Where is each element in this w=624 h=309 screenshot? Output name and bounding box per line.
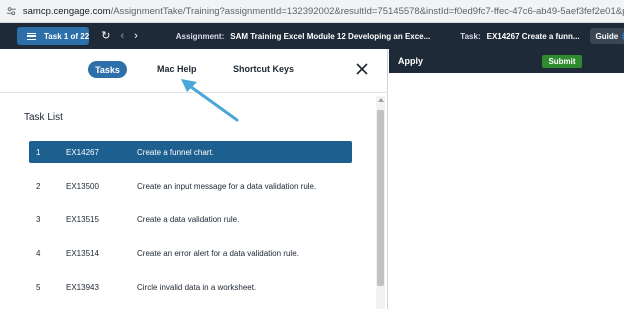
task-code: EX13514 <box>66 248 99 258</box>
task-list-title: Task List <box>24 112 63 123</box>
task-navigation: ↻ ‹ › <box>101 30 138 42</box>
task-description: Create an input message for a data valid… <box>137 181 317 191</box>
current-task-name: EX14267 Create a funn... <box>486 31 580 41</box>
task-number: 5 <box>36 282 41 292</box>
annotation-arrow-icon <box>181 79 239 122</box>
task-row-1[interactable]: 1 EX14267 Create a funnel chart. <box>29 141 352 163</box>
task-menu-button[interactable]: Task 1 of 22 <box>17 27 90 45</box>
url-path: /AssignmentTake/Training?assignmentId=13… <box>110 5 624 17</box>
guide-button[interactable]: Guide ? <box>589 28 624 44</box>
task-row-3[interactable]: 3 EX13515 Create a data validation rule. <box>29 208 352 230</box>
task-description: Circle invalid data in a worksheet. <box>137 282 257 292</box>
previous-task-icon[interactable]: ‹ <box>120 30 124 42</box>
workspace-panel: Apply Submit <box>389 49 624 309</box>
app-top-bar: Task 1 of 22 ↻ ‹ › Assignment: SAM Train… <box>0 23 624 49</box>
task-description: Create an error alert for a data validat… <box>137 248 299 258</box>
task-number: 3 <box>36 214 41 224</box>
submit-button[interactable]: Submit <box>542 55 582 68</box>
task-number: 4 <box>36 248 41 258</box>
task-description: Create a funnel chart. <box>137 147 214 157</box>
next-task-icon[interactable]: › <box>134 30 138 42</box>
apply-label: Apply <box>398 56 424 66</box>
action-bar: Apply Submit <box>389 49 624 73</box>
site-info-icon[interactable] <box>6 5 17 17</box>
task-code: EX13500 <box>66 181 99 191</box>
task-code: EX14267 <box>66 147 99 157</box>
assignment-label: Assignment: <box>175 31 225 41</box>
current-task-label: Task: <box>460 31 481 41</box>
url-text[interactable]: samcp.cengage.com/AssignmentTake/Trainin… <box>23 6 624 17</box>
refresh-icon[interactable]: ↻ <box>101 30 110 42</box>
url-host: samcp.cengage.com <box>22 5 111 17</box>
task-number: 1 <box>36 147 41 157</box>
scroll-up-arrow-icon[interactable] <box>378 98 384 102</box>
assignment-name: SAM Training Excel Module 12 Developing … <box>230 31 431 41</box>
task-code: EX13515 <box>66 214 99 224</box>
tab-mac-help[interactable]: Mac Help <box>157 64 197 74</box>
tab-shortcut-keys[interactable]: Shortcut Keys <box>233 64 294 74</box>
task-row-5[interactable]: 5 EX13943 Circle invalid data in a works… <box>29 276 352 298</box>
task-row-2[interactable]: 2 EX13500 Create an input message for a … <box>29 175 352 197</box>
browser-address-bar[interactable]: samcp.cengage.com/AssignmentTake/Trainin… <box>0 0 624 23</box>
task-number: 2 <box>36 181 41 191</box>
task-list-scrollbar[interactable] <box>376 96 385 309</box>
task-counter: Task 1 of 22 <box>44 31 90 41</box>
guide-label: Guide <box>595 31 619 41</box>
task-description: Create a data validation rule. <box>137 214 240 224</box>
tab-tasks[interactable]: Tasks <box>88 61 127 78</box>
task-code: EX13943 <box>66 282 99 292</box>
task-panel: Tasks Mac Help Shortcut Keys Task List 1… <box>0 49 388 309</box>
task-row-4[interactable]: 4 EX13514 Create an error alert for a da… <box>29 242 352 264</box>
scrollbar-thumb[interactable] <box>377 110 384 286</box>
close-icon[interactable] <box>355 62 369 76</box>
hamburger-icon <box>27 32 36 40</box>
